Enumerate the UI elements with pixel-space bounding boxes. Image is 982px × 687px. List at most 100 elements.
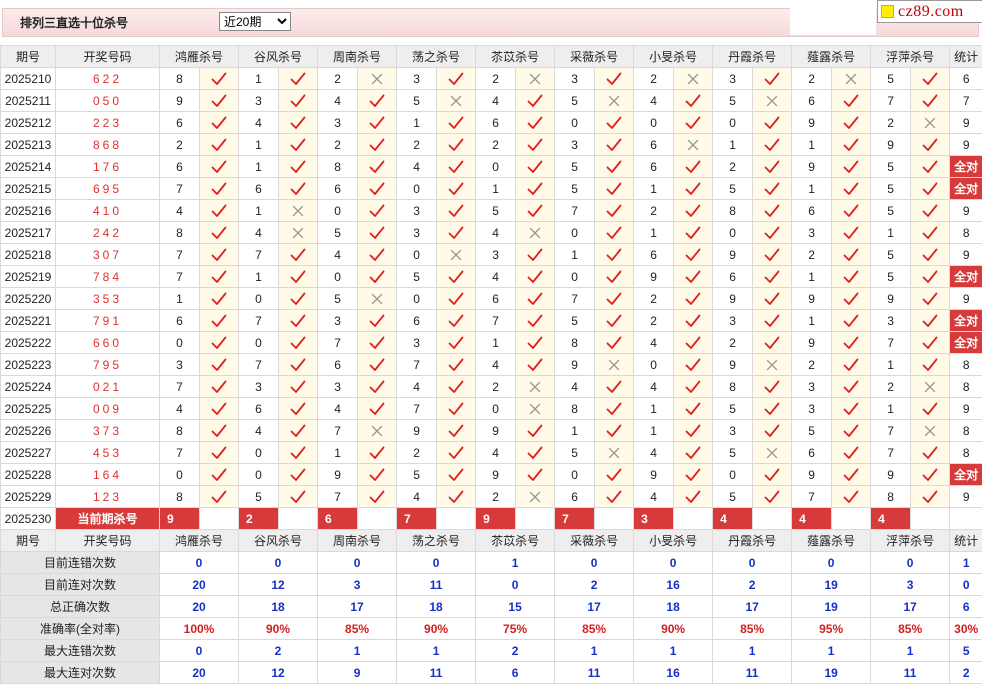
cross-icon: [371, 425, 383, 436]
kill-number-cell: 5: [870, 199, 912, 222]
result-correct-cell: [594, 111, 635, 134]
stats-row: 最大连错次数 0 2 1 1 2 1 1 1 1 1 5: [0, 639, 982, 662]
kill-number-cell: 5: [870, 67, 912, 90]
kill-number-cell: 5: [554, 177, 596, 200]
header-period: 期号: [0, 529, 56, 552]
result-correct-cell: [198, 177, 240, 200]
check-icon: [448, 314, 464, 327]
check-icon: [843, 402, 859, 415]
check-icon: [685, 424, 701, 437]
check-icon: [527, 182, 543, 195]
kill-number-cell: 1: [712, 133, 754, 156]
period-cell: 2025227: [0, 441, 56, 464]
result-correct-cell: [198, 397, 240, 420]
result-correct-cell: [831, 287, 872, 310]
table-row: 2025229 123 8 5 7 4 2 6 4 5 7 8 9: [0, 485, 982, 508]
result-correct-cell: [198, 221, 240, 244]
result-correct-cell: [594, 309, 635, 332]
check-icon: [211, 94, 227, 107]
current-kill-value: 4: [791, 507, 833, 530]
result-correct-cell: [436, 309, 477, 332]
kill-number-cell: 4: [475, 89, 517, 112]
kill-number-cell: 2: [870, 111, 912, 134]
table-row: 2025226 373 8 4 7 9 9 1 1 3 5 7 8: [0, 419, 982, 442]
check-icon: [211, 226, 227, 239]
result-correct-cell: [278, 331, 319, 354]
current-kill-blank: [357, 507, 398, 530]
period-cell: 2025228: [0, 463, 56, 486]
kill-number-cell: 4: [633, 89, 675, 112]
stats-value: 0: [633, 551, 714, 574]
result-wrong-cell: [357, 287, 398, 310]
stats-value: 12: [238, 573, 319, 596]
kill-number-cell: 7: [554, 199, 596, 222]
check-icon: [685, 490, 701, 503]
stats-total: 30%: [949, 617, 982, 640]
result-correct-cell: [198, 375, 240, 398]
check-icon: [764, 182, 780, 195]
result-correct-cell: [910, 309, 951, 332]
check-icon: [843, 292, 859, 305]
current-kill-blank: [594, 507, 635, 530]
result-correct-cell: [594, 485, 635, 508]
result-correct-cell: [357, 331, 398, 354]
stats-total: 2: [949, 661, 982, 684]
result-wrong-cell: [910, 375, 951, 398]
kill-number-cell: 4: [317, 243, 359, 266]
kill-number-cell: 9: [554, 353, 596, 376]
check-icon: [290, 138, 306, 151]
cross-icon: [766, 95, 778, 106]
period-range-select[interactable]: 近20期: [219, 12, 291, 31]
stat-cell: 9: [949, 397, 982, 420]
stats-value: 1: [317, 639, 398, 662]
result-correct-cell: [910, 397, 951, 420]
kill-number-cell: 5: [712, 177, 754, 200]
check-icon: [922, 226, 938, 239]
kill-number-cell: 0: [317, 199, 359, 222]
header-expert: 苶苡杀号: [475, 45, 556, 68]
check-icon: [527, 116, 543, 129]
result-correct-cell: [910, 485, 951, 508]
check-icon: [527, 336, 543, 349]
kill-number-cell: 4: [475, 221, 517, 244]
check-icon: [685, 160, 701, 173]
current-kill-blank: [910, 507, 951, 530]
current-kill-blank: [198, 507, 240, 530]
site-logo[interactable]: cz89.com: [877, 0, 982, 23]
result-correct-cell: [831, 199, 872, 222]
period-cell: 2025226: [0, 419, 56, 442]
kill-number-cell: 8: [159, 419, 200, 442]
kill-number-cell: 3: [791, 221, 833, 244]
table-row: 2025225 009 4 6 4 7 0 8 1 5 3 1 9: [0, 397, 982, 420]
current-kill-blank: [515, 507, 556, 530]
check-icon: [843, 226, 859, 239]
current-kill-value: 7: [554, 507, 596, 530]
check-icon: [843, 160, 859, 173]
period-cell: 2025219: [0, 265, 56, 288]
check-icon: [685, 314, 701, 327]
result-correct-cell: [357, 309, 398, 332]
draw-number-cell: 410: [55, 199, 160, 222]
kill-number-cell: 7: [870, 441, 912, 464]
result-correct-cell: [673, 375, 714, 398]
result-correct-cell: [515, 265, 556, 288]
result-correct-cell: [278, 133, 319, 156]
result-correct-cell: [594, 133, 635, 156]
kill-number-cell: 8: [317, 155, 359, 178]
stats-row: 目前连对次数 20 12 3 11 0 2 16 2 19 3 0: [0, 573, 982, 596]
kill-number-cell: 3: [396, 199, 438, 222]
check-icon: [290, 424, 306, 437]
check-icon: [606, 336, 622, 349]
result-wrong-cell: [515, 375, 556, 398]
header-expert: 周南杀号: [317, 529, 398, 552]
kill-number-cell: 0: [238, 441, 280, 464]
current-kill-value: 2: [238, 507, 280, 530]
kill-number-cell: 5: [396, 89, 438, 112]
table-row: 2025210 622 8 1 2 3 2 3 2 3 2 5 6: [0, 67, 982, 90]
result-wrong-cell: [436, 243, 477, 266]
kill-number-cell: 7: [159, 265, 200, 288]
result-correct-cell: [673, 485, 714, 508]
table-row: 2025213 868 2 1 2 2 2 3 6 1 1 9 9: [0, 133, 982, 156]
result-correct-cell: [673, 155, 714, 178]
kill-number-cell: 6: [317, 353, 359, 376]
